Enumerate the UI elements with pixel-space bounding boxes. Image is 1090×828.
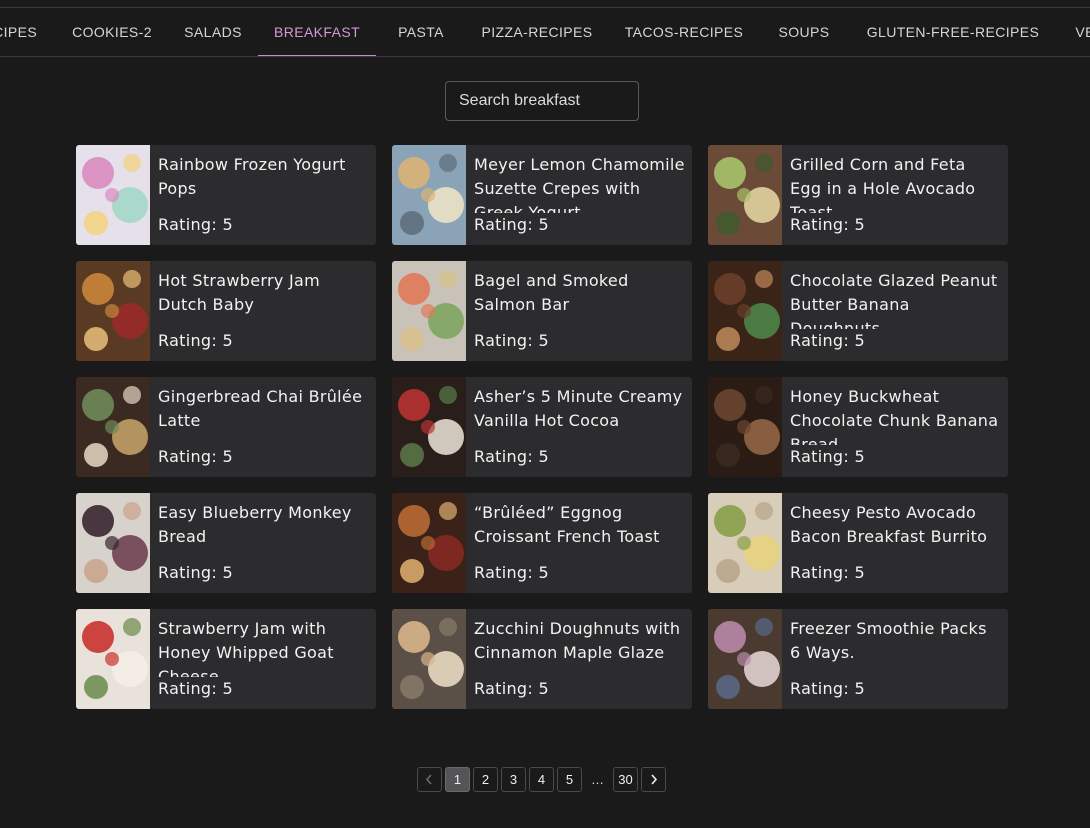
- page-button-4[interactable]: 4: [529, 766, 554, 792]
- recipe-title[interactable]: Freezer Smoothie Packs 6 Ways.: [790, 617, 1002, 665]
- recipe-rating: Rating: 5: [158, 677, 370, 701]
- recipe-thumbnail[interactable]: [392, 145, 466, 245]
- pagination-ellipsis: …: [591, 771, 604, 787]
- recipe-thumbnail[interactable]: [76, 609, 150, 709]
- recipe-rating: Rating: 5: [158, 445, 370, 469]
- recipe-title[interactable]: Rainbow Frozen Yogurt Pops: [158, 153, 370, 201]
- recipe-card[interactable]: Zucchini Doughnuts with Cinnamon Maple G…: [392, 609, 692, 709]
- tab-pizza-recipes[interactable]: PIZZA-RECIPES: [470, 8, 604, 56]
- recipe-thumbnail[interactable]: [392, 493, 466, 593]
- recipe-title[interactable]: Hot Strawberry Jam Dutch Baby: [158, 269, 370, 317]
- page-button-last[interactable]: 30: [613, 766, 638, 792]
- recipe-rating: Rating: 5: [790, 677, 1002, 701]
- page-button-3[interactable]: 3: [501, 766, 526, 792]
- recipe-thumbnail[interactable]: [708, 261, 782, 361]
- recipe-rating: Rating: 5: [474, 445, 686, 469]
- recipe-card[interactable]: Chocolate Glazed Peanut Butter Banana Do…: [708, 261, 1008, 361]
- recipe-thumbnail[interactable]: [708, 609, 782, 709]
- recipe-rating: Rating: 5: [158, 213, 370, 237]
- recipe-card[interactable]: Easy Blueberry Monkey Bread Rating: 5: [76, 493, 376, 593]
- recipe-thumbnail[interactable]: [708, 145, 782, 245]
- recipe-thumbnail[interactable]: [76, 261, 150, 361]
- page-button-1[interactable]: 1: [445, 766, 470, 792]
- tab-breakfast[interactable]: BREAKFAST: [256, 8, 378, 56]
- recipe-card[interactable]: Hot Strawberry Jam Dutch Baby Rating: 5: [76, 261, 376, 361]
- tab-salads[interactable]: SALADS: [176, 8, 250, 56]
- recipe-title[interactable]: Bagel and Smoked Salmon Bar: [474, 269, 686, 317]
- recipe-card[interactable]: Honey Buckwheat Chocolate Chunk Banana B…: [708, 377, 1008, 477]
- recipe-card[interactable]: Strawberry Jam with Honey Whipped Goat C…: [76, 609, 376, 709]
- recipe-thumbnail[interactable]: [708, 377, 782, 477]
- pagination: 1 2 3 4 5 … 30: [417, 766, 666, 792]
- recipe-rating: Rating: 5: [790, 329, 1002, 353]
- recipe-thumbnail[interactable]: [76, 493, 150, 593]
- recipe-thumbnail[interactable]: [708, 493, 782, 593]
- top-bar-line: [0, 0, 1090, 8]
- tab-cookies-2[interactable]: COOKIES-2: [60, 8, 164, 56]
- recipe-rating: Rating: 5: [474, 329, 686, 353]
- recipe-card[interactable]: Meyer Lemon Chamomile Suzette Crepes wit…: [392, 145, 692, 245]
- tab-vegetarian[interactable]: VEGETARIAN: [1062, 8, 1090, 56]
- recipe-thumbnail[interactable]: [76, 145, 150, 245]
- recipe-card[interactable]: Asher’s 5 Minute Creamy Vanilla Hot Coco…: [392, 377, 692, 477]
- recipe-card[interactable]: “Brûléed” Eggnog Croissant French Toast R…: [392, 493, 692, 593]
- page-button-2[interactable]: 2: [473, 766, 498, 792]
- recipe-title[interactable]: Asher’s 5 Minute Creamy Vanilla Hot Coco…: [474, 385, 686, 433]
- tab-soups[interactable]: SOUPS: [768, 8, 840, 56]
- category-tabs: RECIPES COOKIES-2SALADSBREAKFASTPASTA PIZZ…: [0, 8, 1090, 57]
- recipe-rating: Rating: 5: [790, 445, 1002, 469]
- recipe-rating: Rating: 5: [158, 561, 370, 585]
- recipe-rating: Rating: 5: [790, 213, 1002, 237]
- tab-pasta[interactable]: PASTA: [388, 8, 454, 56]
- search-input[interactable]: [445, 81, 639, 121]
- page-button-5[interactable]: 5: [557, 766, 582, 792]
- chevron-left-icon[interactable]: [417, 766, 442, 792]
- tab-recipes[interactable]: RECIPES: [0, 8, 44, 56]
- recipe-title[interactable]: Zucchini Doughnuts with Cinnamon Maple G…: [474, 617, 686, 665]
- recipe-rating: Rating: 5: [474, 213, 686, 237]
- recipe-grid: Rainbow Frozen Yogurt Pops Rating: 5 Meyer…: [76, 145, 1008, 709]
- recipe-title[interactable]: Cheesy Pesto Avocado Bacon Breakfast Bur…: [790, 501, 1002, 549]
- tab-gluten-free-recipes[interactable]: GLUTEN-FREE-RECIPES: [856, 8, 1050, 56]
- recipe-title[interactable]: Easy Blueberry Monkey Bread: [158, 501, 370, 549]
- recipe-card[interactable]: Cheesy Pesto Avocado Bacon Breakfast Bur…: [708, 493, 1008, 593]
- recipe-thumbnail[interactable]: [392, 377, 466, 477]
- recipe-rating: Rating: 5: [474, 561, 686, 585]
- recipe-thumbnail[interactable]: [392, 609, 466, 709]
- recipe-rating: Rating: 5: [790, 561, 1002, 585]
- recipe-card[interactable]: Grilled Corn and Feta Egg in a Hole Avoc…: [708, 145, 1008, 245]
- recipe-title[interactable]: “Brûléed” Eggnog Croissant French Toast: [474, 501, 686, 549]
- recipe-card[interactable]: Bagel and Smoked Salmon Bar Rating: 5: [392, 261, 692, 361]
- recipe-thumbnail[interactable]: [392, 261, 466, 361]
- recipe-card[interactable]: Rainbow Frozen Yogurt Pops Rating: 5: [76, 145, 376, 245]
- recipe-card[interactable]: Freezer Smoothie Packs 6 Ways. Rating: 5: [708, 609, 1008, 709]
- tab-tacos-recipes[interactable]: TACOS-RECIPES: [614, 8, 754, 56]
- recipe-card[interactable]: Gingerbread Chai Brûlée Latte Rating: 5: [76, 377, 376, 477]
- recipe-title[interactable]: Gingerbread Chai Brûlée Latte: [158, 385, 370, 433]
- chevron-right-icon[interactable]: [641, 766, 666, 792]
- recipe-rating: Rating: 5: [474, 677, 686, 701]
- recipe-thumbnail[interactable]: [76, 377, 150, 477]
- recipe-rating: Rating: 5: [158, 329, 370, 353]
